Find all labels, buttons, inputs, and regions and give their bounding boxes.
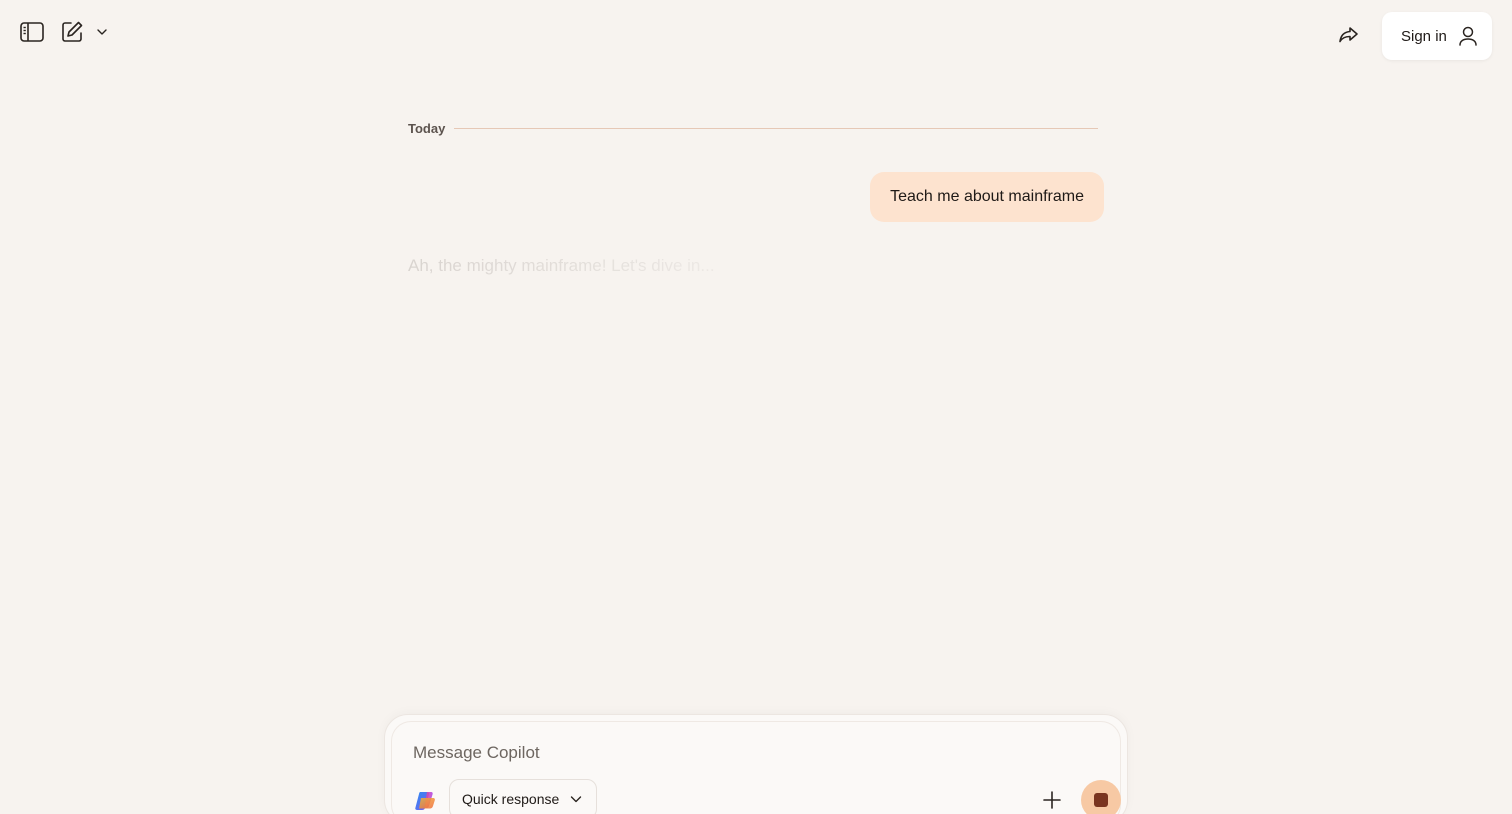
- copilot-chat-page: Sign in Today Teach me about mainframe A…: [0, 0, 1512, 814]
- share-button[interactable]: [1334, 22, 1362, 50]
- composer: Message Copilot Quick response: [384, 714, 1128, 814]
- share-icon: [1339, 27, 1358, 43]
- day-divider-label: Today: [408, 121, 446, 136]
- message-input[interactable]: Message Copilot: [413, 743, 540, 763]
- divider-line: [454, 128, 1098, 129]
- user-message-bubble: Teach me about mainframe: [870, 172, 1104, 222]
- top-left-toolbar: [18, 18, 110, 46]
- sidebar-toggle-icon: [20, 22, 44, 42]
- plus-icon: [1043, 791, 1061, 809]
- sign-in-label: Sign in: [1401, 27, 1447, 45]
- sign-in-button[interactable]: Sign in: [1382, 12, 1492, 60]
- day-divider: Today: [408, 121, 1098, 136]
- assistant-message-streaming: Ah, the mighty mainframe! Let's dive in.…: [408, 256, 1098, 276]
- stop-generating-button[interactable]: [1081, 780, 1121, 814]
- user-icon: [1459, 26, 1477, 46]
- response-mode-label: Quick response: [462, 791, 560, 807]
- new-chat-options-button[interactable]: [94, 24, 110, 40]
- sidebar-toggle-button[interactable]: [18, 18, 46, 46]
- composer-box[interactable]: Message Copilot Quick response: [391, 721, 1121, 814]
- stop-icon: [1094, 793, 1108, 807]
- response-mode-select[interactable]: Quick response: [449, 779, 597, 814]
- chevron-down-icon: [97, 29, 107, 35]
- compose-icon: [62, 21, 83, 42]
- chevron-down-icon: [571, 796, 582, 803]
- copilot-logo-icon: [415, 792, 435, 810]
- new-chat-button[interactable]: [58, 18, 86, 46]
- add-attachment-button[interactable]: [1039, 787, 1065, 813]
